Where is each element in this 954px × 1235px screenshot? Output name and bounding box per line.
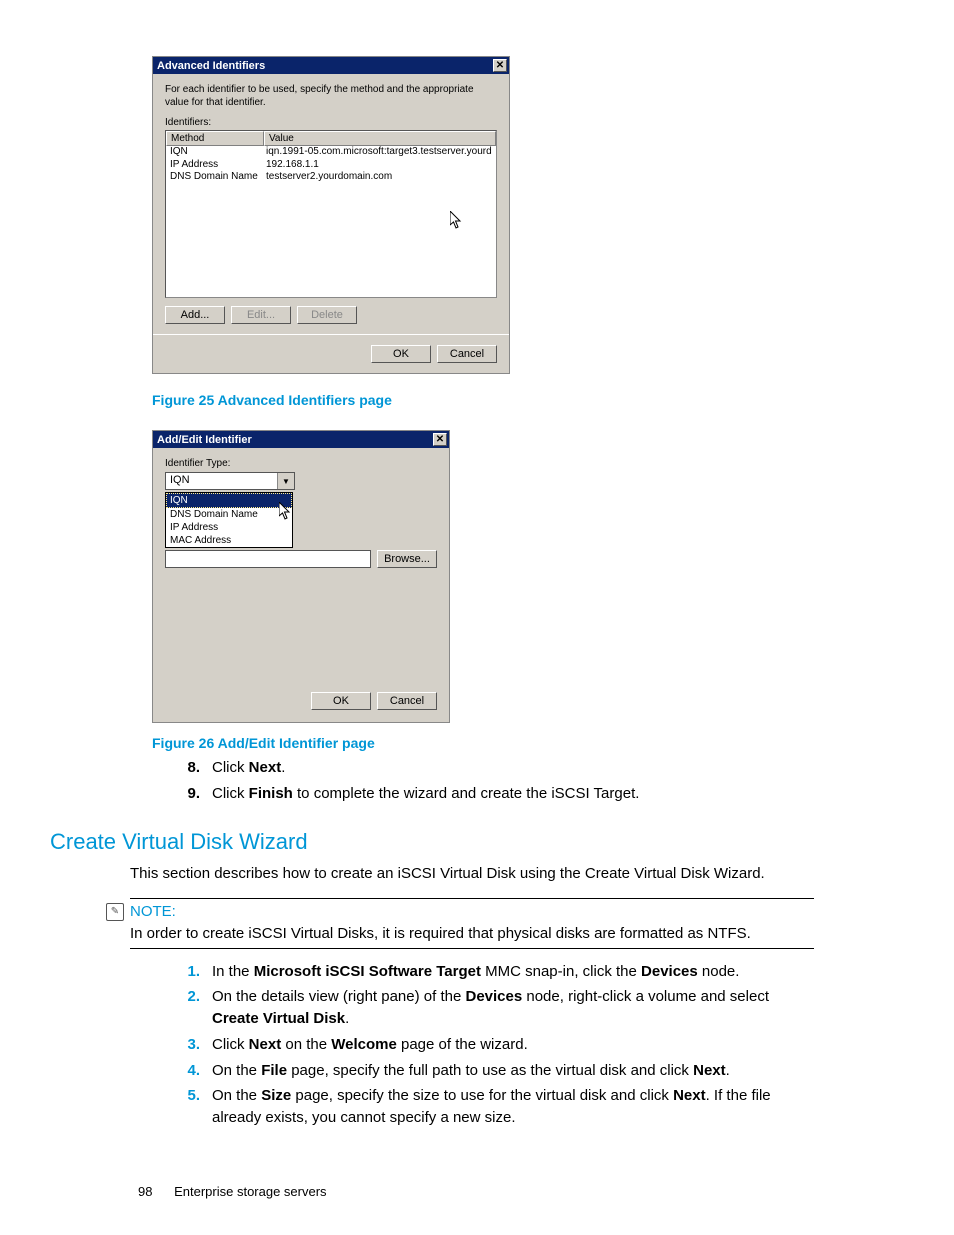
cell-value: testserver2.yourdomain.com: [266, 171, 492, 184]
cell-method: IQN: [170, 146, 266, 159]
cursor-icon: [450, 211, 462, 227]
dropdown-option[interactable]: IQN: [166, 493, 292, 508]
add-button[interactable]: Add...: [165, 306, 225, 324]
cancel-button[interactable]: Cancel: [377, 692, 437, 710]
dropdown-option[interactable]: MAC Address: [166, 534, 292, 547]
section-intro: This section describes how to create an …: [130, 863, 814, 884]
identifier-type-dropdown[interactable]: IQN DNS Domain Name IP Address MAC Addre…: [165, 492, 293, 548]
step-number: 5.: [160, 1085, 212, 1129]
note-title: NOTE:: [130, 903, 176, 920]
note-text: In order to create iSCSI Virtual Disks, …: [130, 925, 814, 942]
step-text: Click Next on the Welcome page of the wi…: [212, 1034, 814, 1056]
delete-button[interactable]: Delete: [297, 306, 357, 324]
step-number: 1.: [160, 961, 212, 983]
steps-list-a: 8. Click Next. 9. Click Finish to comple…: [160, 757, 814, 805]
step-text: On the File page, specify the full path …: [212, 1060, 814, 1082]
dialog-titlebar: Add/Edit Identifier ✕: [153, 431, 449, 448]
add-edit-identifier-dialog: Add/Edit Identifier ✕ Identifier Type: I…: [152, 430, 450, 723]
ok-button[interactable]: OK: [311, 692, 371, 710]
cell-method: IP Address: [170, 159, 266, 172]
edit-button[interactable]: Edit...: [231, 306, 291, 324]
note-block: ✎ NOTE: In order to create iSCSI Virtual…: [130, 898, 814, 949]
combo-selected: IQN: [166, 473, 277, 489]
step-text: In the Microsoft iSCSI Software Target M…: [212, 961, 814, 983]
identifiers-label: Identifiers:: [165, 117, 497, 128]
identifier-type-combo[interactable]: IQN ▼: [165, 472, 295, 490]
chevron-down-icon[interactable]: ▼: [277, 473, 294, 489]
dialog-title: Add/Edit Identifier: [157, 434, 252, 446]
dropdown-option[interactable]: DNS Domain Name: [166, 508, 292, 521]
dialog-titlebar: Advanced Identifiers ✕: [153, 57, 509, 74]
section-heading: Create Virtual Disk Wizard: [50, 829, 814, 855]
identifier-type-label: Identifier Type:: [165, 458, 437, 469]
column-header-method[interactable]: Method: [166, 131, 264, 146]
close-icon[interactable]: ✕: [433, 433, 447, 446]
step-number: 9.: [160, 783, 212, 805]
dialog-instruction: For each identifier to be used, specify …: [165, 84, 497, 109]
column-header-value[interactable]: Value: [264, 131, 496, 146]
ok-button[interactable]: OK: [371, 345, 431, 363]
identifiers-listview[interactable]: Method Value IQN iqn.1991-05.com.microso…: [165, 130, 497, 298]
list-item: 1.In the Microsoft iSCSI Software Target…: [160, 961, 814, 983]
cell-value: 192.168.1.1: [266, 159, 492, 172]
table-row[interactable]: IP Address 192.168.1.1: [166, 159, 496, 172]
step-text: On the details view (right pane) of the …: [212, 986, 814, 1030]
footer-title: Enterprise storage servers: [174, 1184, 326, 1199]
step-number: 8.: [160, 757, 212, 779]
step-text: Click Next.: [212, 757, 814, 779]
list-item: 5.On the Size page, specify the size to …: [160, 1085, 814, 1129]
list-item: 3.Click Next on the Welcome page of the …: [160, 1034, 814, 1056]
step-number: 2.: [160, 986, 212, 1030]
identifier-value-input[interactable]: [165, 550, 371, 568]
dialog-title: Advanced Identifiers: [157, 60, 265, 72]
figure-caption-26: Figure 26 Add/Edit Identifier page: [152, 735, 814, 751]
list-item: 8. Click Next.: [160, 757, 814, 779]
step-text: On the Size page, specify the size to us…: [212, 1085, 814, 1129]
list-item: 4.On the File page, specify the full pat…: [160, 1060, 814, 1082]
dropdown-option[interactable]: IP Address: [166, 521, 292, 534]
cell-method: DNS Domain Name: [170, 171, 266, 184]
list-item: 2.On the details view (right pane) of th…: [160, 986, 814, 1030]
browse-button[interactable]: Browse...: [377, 550, 437, 568]
page-number: 98: [138, 1184, 152, 1199]
page-footer: 98 Enterprise storage servers: [138, 1184, 327, 1199]
table-row[interactable]: DNS Domain Name testserver2.yourdomain.c…: [166, 171, 496, 184]
cell-value: iqn.1991-05.com.microsoft:target3.testse…: [266, 146, 492, 159]
list-item: 9. Click Finish to complete the wizard a…: [160, 783, 814, 805]
figure-caption-25: Figure 25 Advanced Identifiers page: [152, 392, 814, 408]
step-number: 3.: [160, 1034, 212, 1056]
step-text: Click Finish to complete the wizard and …: [212, 783, 814, 805]
advanced-identifiers-dialog: Advanced Identifiers ✕ For each identifi…: [152, 56, 510, 374]
note-icon: ✎: [106, 903, 124, 921]
table-row[interactable]: IQN iqn.1991-05.com.microsoft:target3.te…: [166, 146, 496, 159]
cancel-button[interactable]: Cancel: [437, 345, 497, 363]
step-number: 4.: [160, 1060, 212, 1082]
cursor-icon: [279, 502, 291, 518]
steps-list-b: 1.In the Microsoft iSCSI Software Target…: [160, 961, 814, 1129]
close-icon[interactable]: ✕: [493, 59, 507, 72]
